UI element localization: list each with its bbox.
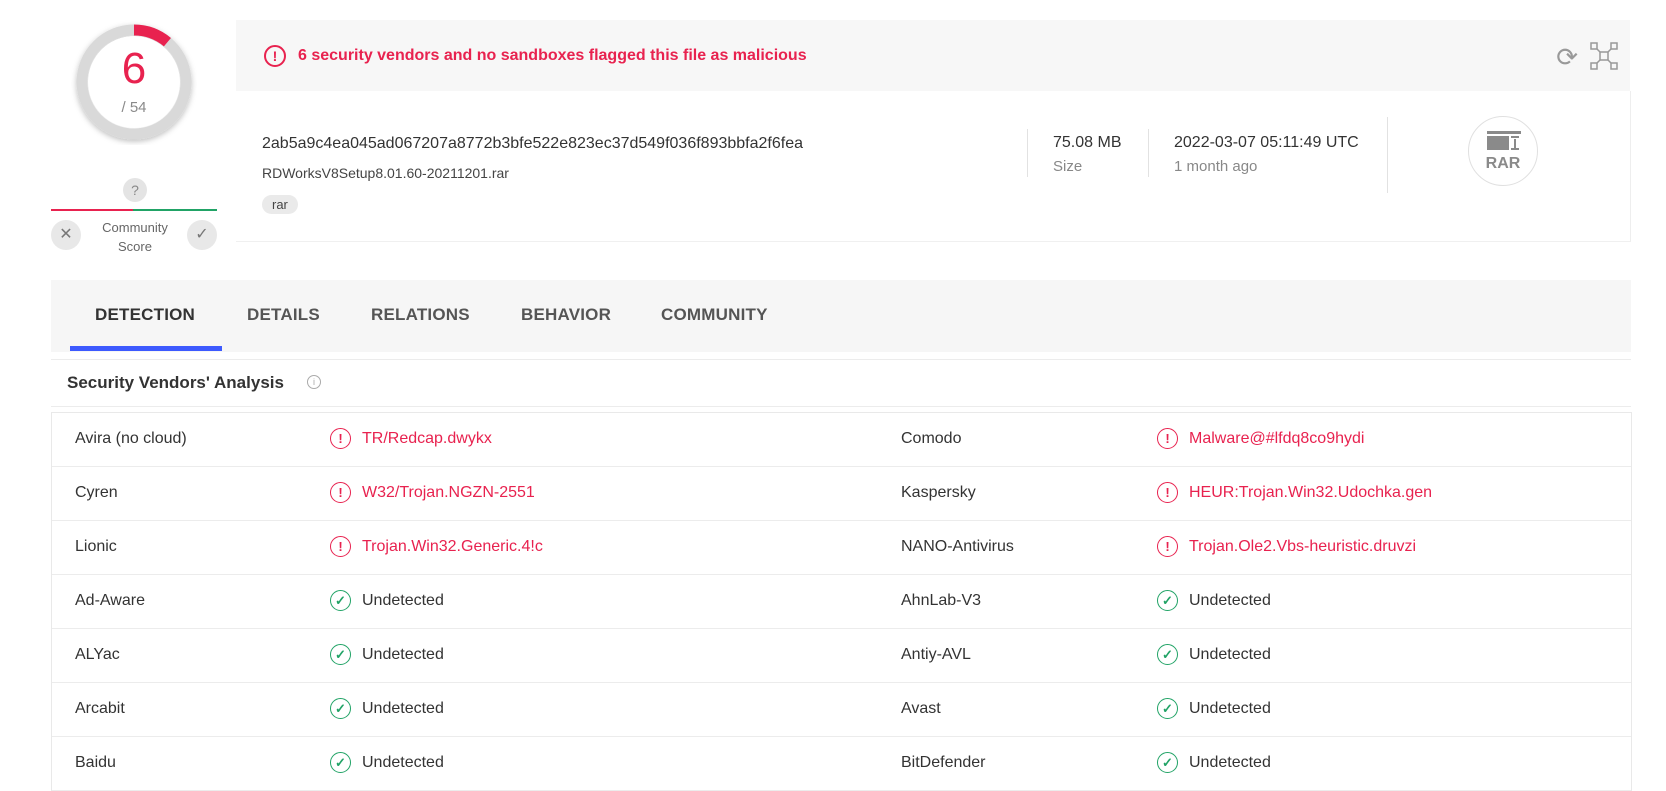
community-score: ? ✕ Community Score ✓ xyxy=(51,178,217,258)
vendor-name: Arcabit xyxy=(75,700,125,717)
analysis-date: 2022-03-07 05:11:49 UTC xyxy=(1174,134,1359,151)
file-size-label: Size xyxy=(1053,158,1083,175)
graph-icon[interactable] xyxy=(1590,42,1618,70)
alert-icon: ! xyxy=(264,45,286,67)
detection-result: Undetected xyxy=(362,754,444,771)
alert-icon: ! xyxy=(1157,428,1178,449)
vendor-name: Ad-Aware xyxy=(75,592,145,609)
vendors-table: Avira (no cloud)! TR/Redcap.dwykx Comodo! M… xyxy=(51,412,1632,791)
table-row: Arcabit ✓ Undetected Avast ✓ Undetected xyxy=(52,683,1631,737)
tab-details[interactable]: DETAILS xyxy=(247,305,320,325)
alert-icon: ! xyxy=(330,482,351,503)
table-row: Ad-Aware ✓ Undetected AhnLab-V3 ✓ Undetected xyxy=(52,575,1631,629)
detection-result: Undetected xyxy=(1189,592,1271,609)
vendor-name: Cyren xyxy=(75,484,118,501)
detection-result: Malware@#lfdq8co9hydi xyxy=(1189,430,1365,447)
table-row: Lionic! Trojan.Win32.Generic.4!c NANO-Anti… xyxy=(52,521,1631,575)
vendor-name: Avast xyxy=(901,700,941,717)
tab-bar: DETECTION DETAILS RELATIONS BEHAVIOR COM… xyxy=(51,280,1631,352)
check-circle-icon: ✓ xyxy=(1157,590,1178,611)
check-circle-icon: ✓ xyxy=(330,752,351,773)
file-info-card: 2ab5a9c4ea045ad067207a8772b3bfe522e823ec… xyxy=(236,91,1631,242)
table-row: Baidu ✓ Undetected BitDefender ✓ Undetected xyxy=(52,737,1631,791)
alert-bar: ! 6 security vendors and no sandboxes fl… xyxy=(236,20,1630,91)
alert-text: 6 security vendors and no sandboxes flag… xyxy=(298,47,807,64)
table-row: Avira (no cloud)! TR/Redcap.dwykx Comodo! M… xyxy=(52,413,1631,467)
reload-icon[interactable]: ⟳ xyxy=(1556,42,1578,73)
alert-icon: ! xyxy=(1157,482,1178,503)
divider xyxy=(1027,129,1028,177)
question-icon: ? xyxy=(123,178,147,202)
divider xyxy=(1148,129,1149,177)
tab-detection[interactable]: DETECTION xyxy=(95,305,195,325)
detection-result: Undetected xyxy=(362,592,444,609)
detection-result: HEUR:Trojan.Win32.Udochka.gen xyxy=(1189,484,1433,501)
downvote-button[interactable]: ✕ xyxy=(51,220,81,250)
detection-result: Undetected xyxy=(1189,646,1271,663)
divider xyxy=(1387,117,1388,193)
vendor-name: Baidu xyxy=(75,754,116,771)
upvote-button[interactable]: ✓ xyxy=(187,220,217,250)
community-bar-positive xyxy=(133,209,217,211)
total-engines: / 54 xyxy=(121,99,147,116)
check-circle-icon: ✓ xyxy=(330,698,351,719)
detection-result: Trojan.Win32.Generic.4!c xyxy=(362,538,543,555)
file-type-label: RAR xyxy=(1485,155,1521,172)
detection-result: Undetected xyxy=(1189,700,1271,717)
vendors-analysis-header: Security Vendors' Analysis i xyxy=(51,359,1631,407)
section-title: Security Vendors' Analysis xyxy=(67,373,284,392)
detection-count: 6 xyxy=(121,44,147,93)
detection-result: Undetected xyxy=(362,646,444,663)
community-score-label: Community Score xyxy=(102,220,168,254)
close-icon: ✕ xyxy=(59,226,73,243)
tab-relations[interactable]: RELATIONS xyxy=(371,305,470,325)
alert-icon: ! xyxy=(1157,536,1178,557)
vendor-name: BitDefender xyxy=(901,754,986,771)
vendor-name: Kaspersky xyxy=(901,484,976,501)
file-size-value: 75.08 MB xyxy=(1053,134,1122,151)
alert-icon: ! xyxy=(330,536,351,557)
info-icon[interactable]: i xyxy=(307,375,321,389)
analysis-date-relative: 1 month ago xyxy=(1174,158,1258,175)
detection-result: Trojan.Ole2.Vbs-heuristic.druvzi xyxy=(1189,538,1417,555)
check-circle-icon: ✓ xyxy=(1157,644,1178,665)
detection-result: W32/Trojan.NGZN-2551 xyxy=(362,484,535,501)
check-icon: ✓ xyxy=(195,226,209,243)
check-circle-icon: ✓ xyxy=(1157,752,1178,773)
detection-score-gauge: 6 / 54 xyxy=(71,19,197,145)
active-tab-indicator xyxy=(70,346,222,351)
file-name: RDWorksV8Setup8.01.60-20211201.rar xyxy=(262,165,509,181)
tab-community[interactable]: COMMUNITY xyxy=(661,305,768,325)
file-hash[interactable]: 2ab5a9c4ea045ad067207a8772b3bfe522e823ec… xyxy=(262,135,803,153)
table-row: ALYac ✓ Undetected Antiy-AVL ✓ Undetected xyxy=(52,629,1631,683)
vendor-name: Antiy-AVL xyxy=(901,646,971,663)
file-tag[interactable]: rar xyxy=(262,195,298,214)
archive-icon xyxy=(1487,131,1521,150)
table-row: Cyren! W32/Trojan.NGZN-2551 Kaspersky! HEUR… xyxy=(52,467,1631,521)
vendor-name: Comodo xyxy=(901,430,962,447)
check-circle-icon: ✓ xyxy=(1157,698,1178,719)
vendor-name: AhnLab-V3 xyxy=(901,592,982,609)
detection-result: TR/Redcap.dwykx xyxy=(362,430,492,447)
vendor-name: Lionic xyxy=(75,538,117,555)
check-circle-icon: ✓ xyxy=(330,590,351,611)
detection-result: Undetected xyxy=(362,700,444,717)
file-type-badge: RAR xyxy=(1468,116,1538,186)
vendor-name: Avira (no cloud) xyxy=(75,430,187,447)
check-circle-icon: ✓ xyxy=(330,644,351,665)
vendor-name: ALYac xyxy=(75,646,120,663)
tab-behavior[interactable]: BEHAVIOR xyxy=(521,305,611,325)
community-bar-negative xyxy=(51,209,133,211)
detection-result: Undetected xyxy=(1189,754,1271,771)
alert-icon: ! xyxy=(330,428,351,449)
vendor-name: NANO-Antivirus xyxy=(901,538,1014,555)
